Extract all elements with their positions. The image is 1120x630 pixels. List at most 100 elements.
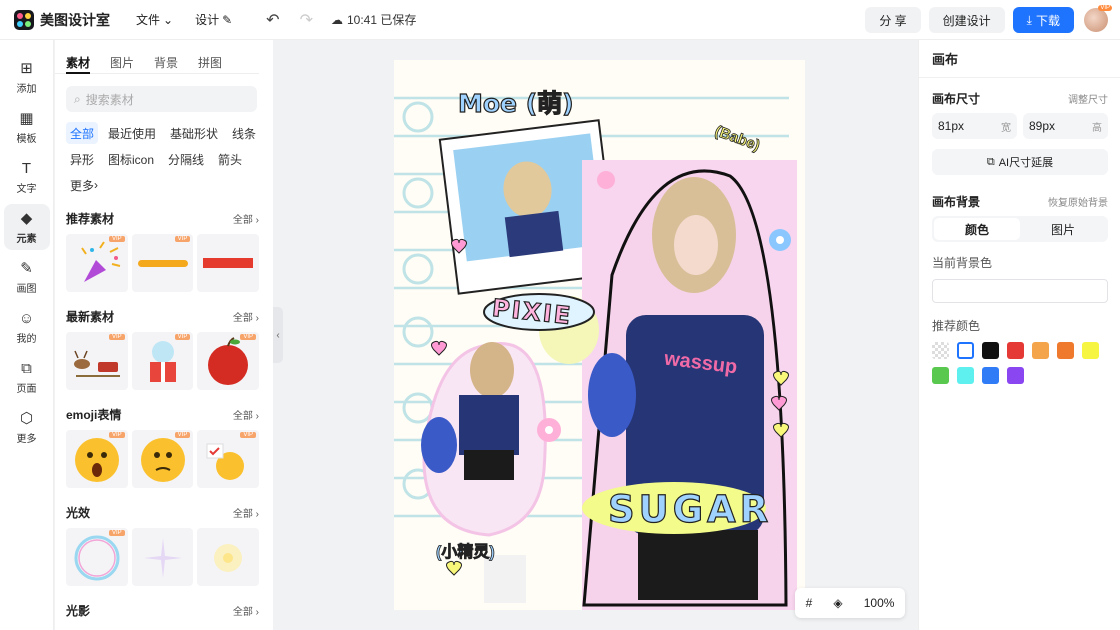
- chip-more[interactable]: 更多 ›: [66, 174, 102, 196]
- chip-recent[interactable]: 最近使用: [104, 122, 160, 144]
- search-input[interactable]: ⌕ 搜索素材: [66, 86, 257, 112]
- see-all-link[interactable]: 全部 ›: [233, 505, 259, 520]
- rail-item-template[interactable]: ▦ 模板: [4, 104, 50, 150]
- elf-text[interactable]: (小精灵): [436, 538, 495, 562]
- chevron-right-icon: ›: [94, 178, 99, 192]
- rail-item-add[interactable]: ⊞ 添加: [4, 54, 50, 100]
- ai-resize-button[interactable]: ⧉ AI尺寸延展: [932, 149, 1108, 175]
- restore-bg-link[interactable]: 恢复原始背景: [1048, 194, 1108, 209]
- create-design-button[interactable]: 创建设计: [928, 7, 1005, 33]
- bg-image-option[interactable]: 图片: [1020, 218, 1106, 240]
- adjust-size-link[interactable]: 调整尺寸: [1068, 91, 1108, 106]
- width-field[interactable]: 81px 宽: [932, 113, 1017, 139]
- rail-item-draw[interactable]: ✎ 画图: [4, 254, 50, 300]
- gift-snowglobe-icon: [149, 341, 176, 382]
- yellow-stroke-shape: [137, 260, 188, 267]
- section-light-shadow: 光影 全部 ›: [66, 600, 259, 620]
- chip-dividers[interactable]: 分隔线: [164, 148, 208, 170]
- height-field[interactable]: 89px 高: [1023, 113, 1108, 139]
- rail-item-more[interactable]: ⬡ 更多: [4, 404, 50, 450]
- ai-resize-label: AI尺寸延展: [998, 157, 1054, 169]
- swatch-blue[interactable]: [982, 367, 999, 384]
- rail-item-mine[interactable]: ☺ 我的: [4, 304, 50, 350]
- app-logo[interactable]: 美图设计室: [14, 9, 110, 30]
- moe-text[interactable]: Moe (萌): [457, 84, 574, 120]
- rail-item-elements[interactable]: ◆ 元素: [3, 204, 50, 250]
- download-button[interactable]: ⤓ 下载: [1012, 7, 1074, 33]
- asset-tile-chick-emoji[interactable]: VIP: [197, 430, 260, 488]
- swatch-black[interactable]: [982, 342, 999, 359]
- current-color-field[interactable]: [932, 279, 1108, 303]
- ai-resize-icon: ⧉: [986, 155, 995, 168]
- plus-icon: ⊞: [20, 60, 33, 77]
- asset-tile-sparkle[interactable]: [131, 528, 194, 586]
- rail-item-text[interactable]: T 文字: [4, 154, 50, 200]
- file-menu-label: 文件: [136, 13, 161, 27]
- chip-all[interactable]: 全部: [66, 122, 99, 144]
- undo-icon[interactable]: ↶: [266, 10, 279, 30]
- search-placeholder: 搜索素材: [85, 92, 134, 107]
- asset-tile-shocked-emoji[interactable]: VIP: [66, 430, 128, 488]
- design-canvas[interactable]: Moe (萌) (Babe) PIXIE wassup SUGAR (小精灵): [394, 60, 805, 610]
- right-figure-shorts: [638, 530, 758, 600]
- asset-tile-glow[interactable]: [197, 528, 260, 586]
- bubble-icon: [74, 535, 120, 581]
- rail-label: 我的: [16, 333, 37, 345]
- color-swatches: [932, 342, 1108, 384]
- rail-item-page[interactable]: ⧉ 页面: [4, 354, 50, 400]
- zoom-level[interactable]: 100%: [864, 596, 895, 610]
- bg-color-option[interactable]: 颜色: [934, 218, 1020, 240]
- text-icon: T: [21, 159, 32, 177]
- tab-images[interactable]: 图片: [110, 54, 134, 74]
- see-all-link[interactable]: 全部 ›: [233, 211, 259, 226]
- bg-type-toggle: 颜色 图片: [932, 216, 1108, 242]
- asset-tile-bubble[interactable]: VIP: [66, 528, 128, 586]
- swatch-white[interactable]: [957, 342, 974, 359]
- chick-emoji-icon: [206, 443, 245, 480]
- width-value: 81px: [938, 119, 965, 133]
- vip-badge: VIP: [240, 334, 257, 340]
- share-button[interactable]: 分 享: [865, 7, 921, 33]
- see-all-link[interactable]: 全部 ›: [233, 309, 259, 324]
- vip-badge: VIP: [109, 334, 125, 340]
- asset-tile-sleigh[interactable]: VIP: [66, 332, 128, 390]
- template-icon: ▦: [19, 110, 34, 127]
- swatch-light-orange[interactable]: [1032, 342, 1049, 359]
- see-all-link[interactable]: 全部 ›: [233, 603, 259, 618]
- panel-collapse-handle[interactable]: ‹: [273, 307, 283, 363]
- swatch-green[interactable]: [932, 367, 949, 384]
- swatch-cyan[interactable]: [957, 367, 974, 384]
- logo-icon: [14, 9, 34, 30]
- swatch-red[interactable]: [1007, 342, 1024, 359]
- design-menu[interactable]: 设计 ✎: [195, 11, 232, 28]
- file-menu[interactable]: 文件 ⌄: [136, 11, 173, 28]
- asset-tile-thinking-emoji[interactable]: VIP: [131, 430, 194, 488]
- avatar[interactable]: VIP: [1084, 5, 1112, 32]
- swatch-transparent[interactable]: [932, 342, 949, 359]
- red-bar-shape: [203, 258, 254, 268]
- vip-badge: VIP: [240, 432, 257, 438]
- chip-lines[interactable]: 线条: [228, 122, 260, 144]
- swatch-purple[interactable]: [1007, 367, 1024, 384]
- chip-irregular[interactable]: 异形: [66, 148, 98, 170]
- swatch-yellow[interactable]: [1082, 342, 1099, 359]
- chip-arrows[interactable]: 箭头: [214, 148, 246, 170]
- asset-tile-apple[interactable]: VIP: [197, 332, 260, 390]
- redo-icon[interactable]: ↷: [300, 10, 313, 30]
- swatch-orange[interactable]: [1057, 342, 1074, 359]
- asset-tile-yellow-stroke[interactable]: VIP: [131, 234, 194, 292]
- chip-more-label: 更多: [70, 178, 95, 193]
- chip-basic-shapes[interactable]: 基础形状: [166, 122, 222, 144]
- tab-backgrounds[interactable]: 背景: [154, 54, 178, 74]
- tab-materials[interactable]: 素材: [66, 54, 91, 74]
- asset-tile-red-bar[interactable]: [197, 234, 260, 292]
- layers-icon[interactable]: ◈: [833, 596, 842, 610]
- left-figure-top: [459, 395, 519, 455]
- sugar-text[interactable]: SUGAR: [607, 487, 772, 531]
- see-all-link[interactable]: 全部 ›: [233, 407, 259, 422]
- chip-icons[interactable]: 图标icon: [104, 148, 158, 170]
- asset-tile-party-popper[interactable]: VIP: [66, 234, 128, 292]
- asset-tile-snowglobe-gift[interactable]: VIP: [131, 332, 194, 390]
- tab-collage[interactable]: 拼图: [198, 54, 222, 74]
- grid-icon[interactable]: #: [806, 596, 813, 610]
